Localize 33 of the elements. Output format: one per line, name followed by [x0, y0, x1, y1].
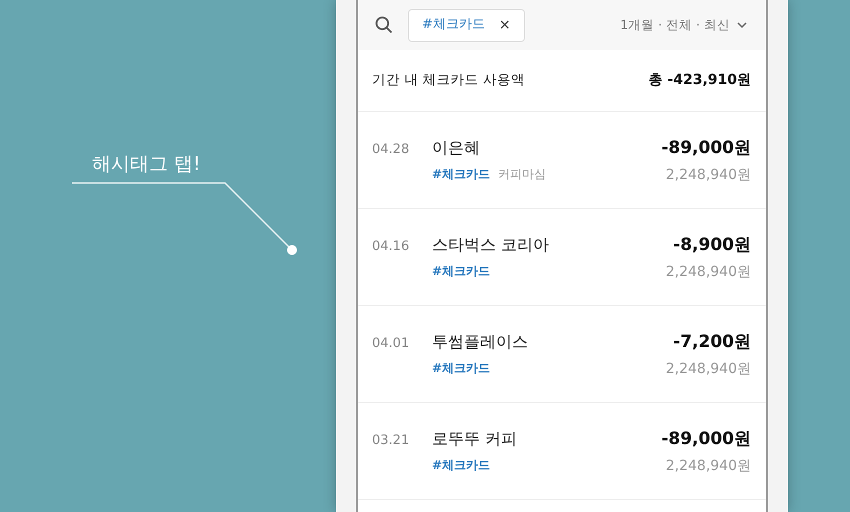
- sort-filter-text[interactable]: 1개월 · 전체 · 최신: [620, 16, 730, 34]
- balance-text: 2,248,940원: [666, 456, 751, 476]
- balance-text: 2,248,940원: [666, 360, 751, 378]
- transaction-date: 03.21: [372, 432, 410, 450]
- transaction-amount: -89,000원: [661, 428, 751, 451]
- transaction-date: 04.16: [372, 238, 410, 256]
- balance-text: 2,248,940원: [666, 166, 751, 184]
- summary-total: 총 -423,910원: [648, 71, 751, 90]
- tag-label[interactable]: #체크카드: [432, 456, 490, 474]
- merchant-name: 로뚜뚜 커피: [432, 428, 518, 450]
- transaction-amount: -8,900원: [673, 234, 751, 257]
- transaction-row[interactable]: 04.28 이은혜 #체크카드 커피마심 -89,000원 2,248,940원: [358, 112, 766, 209]
- tag-label[interactable]: #체크카드: [432, 262, 490, 280]
- transaction-amount: -7,200원: [673, 331, 751, 354]
- tag-chip[interactable]: #체크카드 ×: [408, 8, 525, 42]
- tag-label: #체크카드: [422, 16, 485, 34]
- transaction-row[interactable]: 04.01 투썸플레이스 #체크카드 -7,200원 2,248,940원: [358, 306, 766, 403]
- tag-label[interactable]: #체크카드: [432, 359, 490, 377]
- transaction-row[interactable]: 03.21 로뚜뚜 커피 #체크카드 -89,000원 2,248,940원: [358, 403, 766, 500]
- transaction-date: 04.01: [372, 335, 410, 353]
- transaction-row[interactable]: 04.16 스타벅스 코리아 #체크카드 -8,900원 2,248,940원: [358, 209, 766, 306]
- merchant-name: 투썸플레이스: [432, 331, 528, 353]
- merchant-name: 스타벅스 코리아: [432, 234, 550, 256]
- summary-label: 기간 내 체크카드 사용액: [372, 71, 525, 90]
- transaction-amount: -89,000원: [661, 137, 751, 160]
- callout-text: 해시태그 탭!: [92, 152, 201, 177]
- tag-label[interactable]: #체크카드: [432, 165, 490, 183]
- search-icon[interactable]: [374, 15, 394, 35]
- transaction-date: 04.28: [372, 141, 410, 159]
- merchant-name: 이은혜: [432, 137, 481, 159]
- balance-text: 2,248,940원: [666, 262, 751, 282]
- memo-text: 커피마심: [498, 166, 546, 183]
- remove-tag-button[interactable]: ×: [498, 14, 511, 36]
